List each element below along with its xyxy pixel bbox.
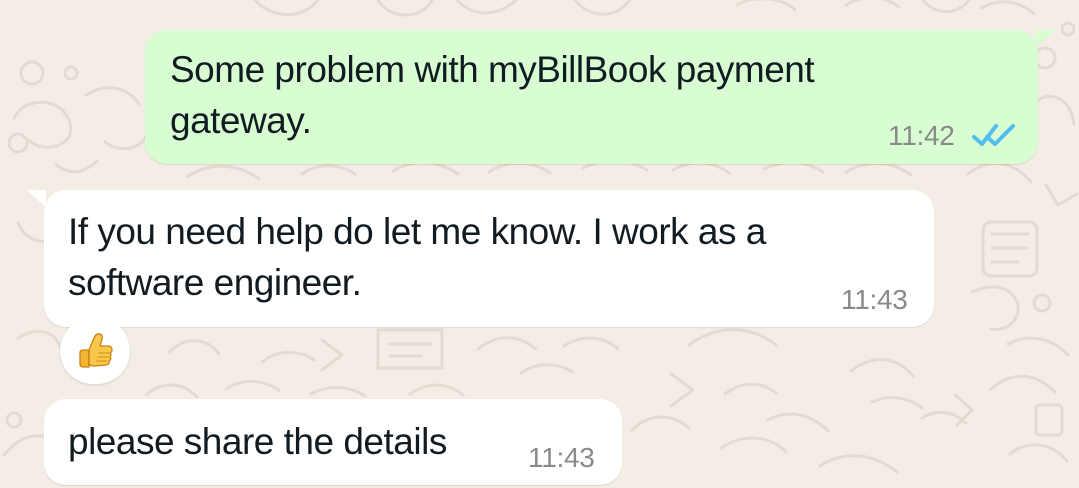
outgoing-message-text: Some problem with myBillBook payment gat… bbox=[170, 49, 815, 141]
incoming-message[interactable]: please share the details 11:43 bbox=[44, 399, 622, 485]
double-check-icon bbox=[972, 124, 1015, 146]
incoming-message-time: 11:43 bbox=[528, 442, 595, 473]
incoming-message[interactable]: If you need help do let me know. I work … bbox=[44, 190, 934, 327]
incoming-message-text: If you need help do let me know. I work … bbox=[68, 211, 766, 303]
thumbs-up-icon bbox=[79, 333, 113, 368]
outgoing-bubble-tail bbox=[1036, 30, 1056, 48]
outgoing-message-time: 11:42 bbox=[888, 120, 955, 151]
outgoing-message[interactable]: Some problem with myBillBook payment gat… bbox=[145, 30, 1038, 164]
incoming-message-time: 11:43 bbox=[841, 284, 908, 315]
incoming-bubble-tail bbox=[26, 190, 46, 208]
incoming-message-text: please share the details bbox=[68, 421, 447, 462]
message-reaction[interactable] bbox=[60, 318, 130, 384]
